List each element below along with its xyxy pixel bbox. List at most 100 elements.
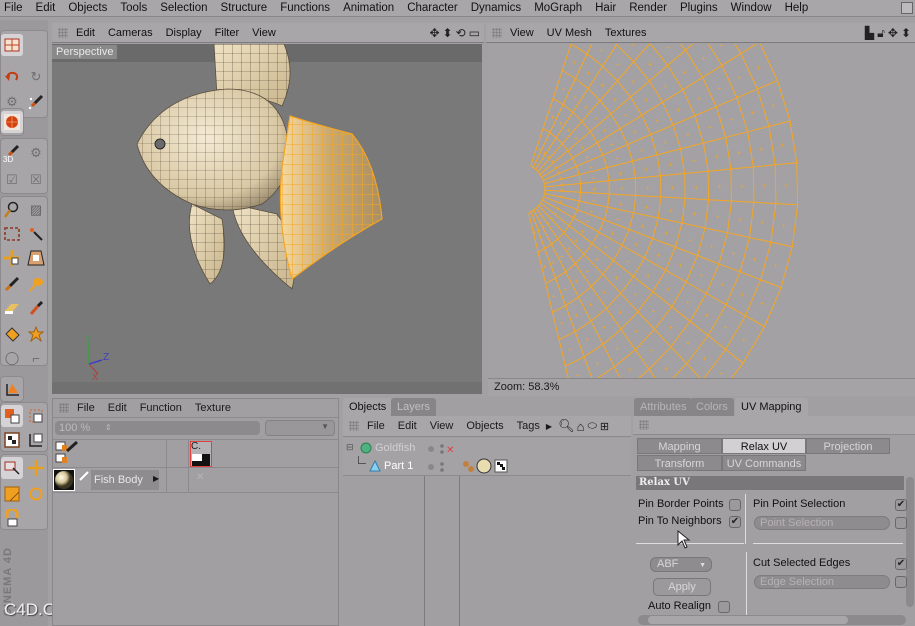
menu-render[interactable]: Render [629,2,667,14]
home-icon[interactable]: ⌂ [577,419,585,434]
uv-axis-checker-icon[interactable] [25,429,47,451]
uv-move-icon[interactable] [25,457,47,479]
undo-icon[interactable] [1,66,23,88]
paint-brush-scatter-icon[interactable] [25,91,47,113]
subtab-uv-commands[interactable]: UV Commands [722,455,806,471]
material-name[interactable]: Fish Body [91,470,159,490]
layout-toggle-icon[interactable] [901,2,913,14]
persp-menu-display[interactable]: Display [166,27,202,39]
uv-magnet-icon[interactable] [1,507,23,529]
dolly-icon[interactable]: ⬍ [443,26,453,40]
object-part-1[interactable]: Part 1 [384,460,413,472]
uv-menu-uvmesh[interactable]: UV Mesh [547,27,592,39]
mat-menu-texture[interactable]: Texture [195,402,231,414]
live-selection-icon[interactable] [1,199,23,221]
expand-arrow-icon[interactable]: ▶ [153,474,159,483]
vertical-scrollbar[interactable] [906,477,914,607]
uv-rotate-icon[interactable] [25,483,47,505]
tab-attributes[interactable]: Attributes [634,398,693,416]
collapse-tree-icon[interactable]: ⊟ [346,442,354,453]
menu-structure[interactable]: Structure [221,2,268,14]
obj-menu-file[interactable]: File [367,420,385,432]
link-icon[interactable]: ⬭ [587,420,596,433]
layer-header-icon[interactable] [55,440,81,468]
menu-functions[interactable]: Functions [280,2,330,14]
part1-visibility-dots[interactable] [428,461,448,476]
star-icon[interactable] [25,323,47,345]
goldfish-visibility-dots[interactable]: ✕ [428,443,458,458]
uv-menu-textures[interactable]: Textures [605,27,647,39]
layer-dropdown[interactable]: ▼ [265,420,335,436]
new-panel-icon[interactable]: ⊞ [600,420,609,433]
pin-point-selection-checkbox[interactable]: ✔ [895,499,907,511]
mat-menu-file[interactable]: File [77,402,95,414]
part1-tags[interactable] [462,457,512,478]
histogram-icon[interactable]: ▙ [865,26,874,41]
panel-grip-icon[interactable] [58,27,68,38]
menu-help[interactable]: Help [785,2,809,14]
tab-uv-mapping[interactable]: UV Mapping [735,398,808,416]
eraser-icon[interactable] [1,297,23,319]
menu-edit[interactable]: Edit [36,2,56,14]
point-selection-checkbox[interactable] [895,517,907,529]
eyedropper-icon[interactable] [25,297,47,319]
obj-menu-view[interactable]: View [430,420,454,432]
pin-to-neighbors-checkbox[interactable]: ✔ [729,516,741,528]
smudge-icon[interactable] [25,273,47,295]
panel-grip-icon[interactable] [639,420,649,430]
edge-icon[interactable]: ⌐ [25,347,47,369]
horizontal-scroll-thumb[interactable] [648,616,848,624]
search-icon[interactable]: 🔍︎ [558,418,575,434]
menu-objects[interactable]: Objects [68,2,107,14]
mat-menu-edit[interactable]: Edit [108,402,127,414]
material-preview-sphere[interactable] [53,469,75,491]
uv-polygons-icon[interactable] [25,405,47,427]
pin-border-points-checkbox[interactable] [729,499,741,511]
obj-menu-tags[interactable]: Tags [517,420,540,432]
pan-icon[interactable]: ✥ [888,26,898,41]
panel-grip-icon[interactable] [59,403,69,413]
paint-a-icon[interactable]: ☑ [1,169,23,191]
magic-wand-icon[interactable] [25,223,47,245]
point-selection-field[interactable]: Point Selection [754,516,890,530]
tab-objects[interactable]: Objects [343,398,393,416]
menu-mograph[interactable]: MoGraph [534,2,582,14]
uv-select-icon[interactable] [1,457,23,479]
perspective-viewport[interactable]: Perspective Y Z X [52,44,482,394]
paint-setup-icon[interactable]: ⚙ [25,142,47,164]
uv-polygon-icon[interactable] [25,247,47,269]
subtab-projection[interactable]: Projection [806,438,890,454]
obj-menu-objects[interactable]: Objects [466,420,503,432]
brush-icon[interactable] [1,273,23,295]
stepper-icon[interactable]: ⇕ [105,421,112,435]
menu-dynamics[interactable]: Dynamics [471,2,521,14]
menu-tools[interactable]: Tools [120,2,147,14]
rect-selection-icon[interactable] [1,223,23,245]
auto-realign-checkbox[interactable] [718,601,730,613]
layout-icon[interactable] [1,34,23,56]
paint-b-icon[interactable]: ☒ [25,169,47,191]
menu-character[interactable]: Character [407,2,458,14]
uv-checker-icon[interactable] [1,429,23,451]
menu-file[interactable]: File [4,2,23,14]
render-sphere-icon[interactable] [1,111,23,133]
lock-icon[interactable]: 🔓︎ [877,26,885,41]
edge-selection-checkbox[interactable] [895,576,907,588]
rotate-view-icon[interactable]: ⟲ [456,26,466,40]
obj-menu-edit[interactable]: Edit [398,420,417,432]
uv-scale-icon[interactable] [1,483,23,505]
subtab-relax-uv[interactable]: Relax UV [722,438,806,454]
fill-icon[interactable] [1,323,23,345]
3d-paint-icon[interactable]: 3D [1,142,23,164]
apply-button[interactable]: Apply [653,578,711,596]
tab-colors[interactable]: Colors [690,398,734,416]
dolly-icon[interactable]: ⬍ [901,26,911,41]
persp-menu-view[interactable]: View [252,27,276,39]
panel-grip-icon[interactable] [492,27,502,38]
uv-move-tool-icon[interactable] [1,247,23,269]
uv-menu-view[interactable]: View [510,27,534,39]
menu-plugins[interactable]: Plugins [680,2,718,14]
maximize-icon[interactable]: ▭ [469,26,480,40]
menu-hair[interactable]: Hair [595,2,616,14]
uv-editor-viewport[interactable]: + + + + + + + + + + + + + + + + + + + + + + + + + + + + + + + + + + + + + + + +… [488,44,915,378]
